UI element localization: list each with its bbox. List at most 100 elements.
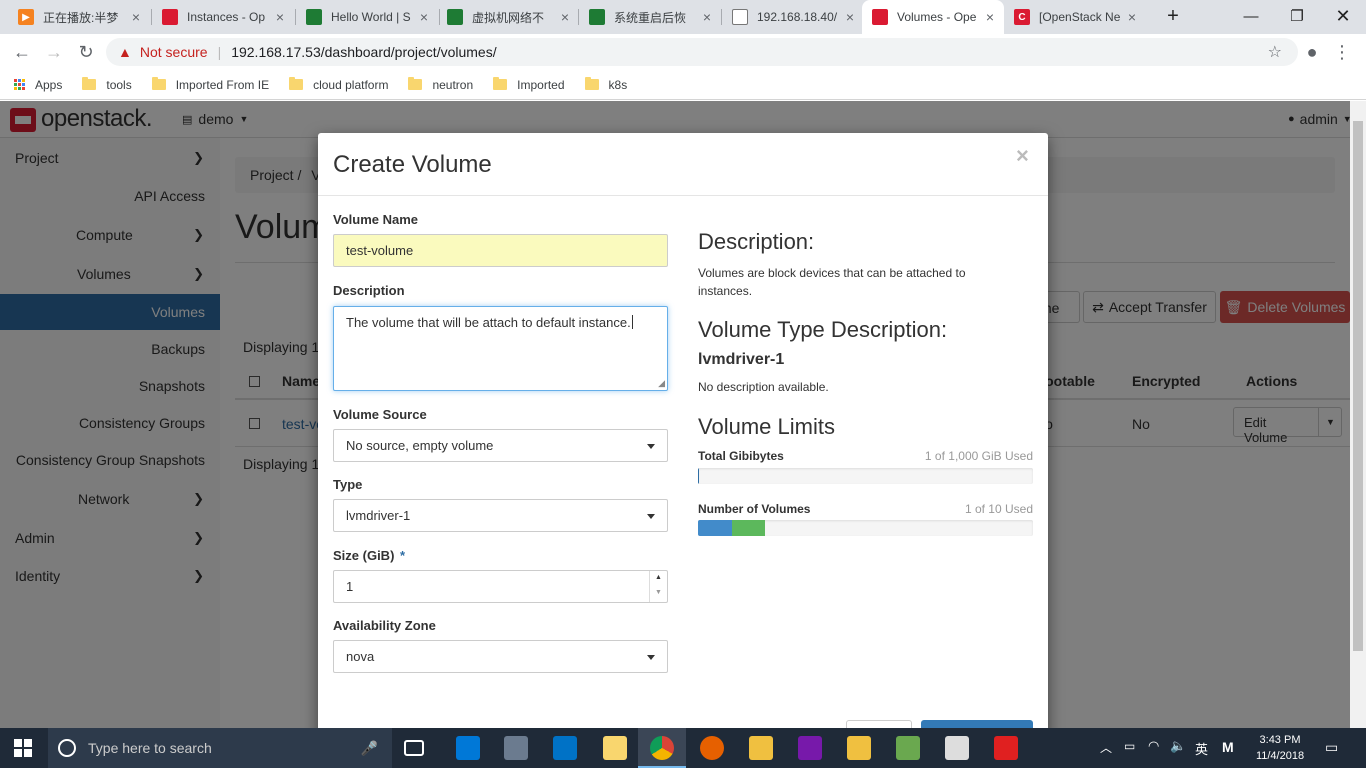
caret-down-icon (647, 444, 655, 449)
onenote-icon[interactable] (798, 736, 822, 760)
wifi-icon[interactable]: ◠ (1148, 738, 1159, 754)
caret-down-icon (647, 514, 655, 519)
edge-icon[interactable] (456, 736, 480, 760)
input-language-indicator[interactable]: 英 (1195, 739, 1208, 758)
close-tab-icon[interactable]: × (132, 9, 140, 25)
size-input[interactable]: 1 ▲ ▼ (333, 570, 668, 603)
new-tab-icon[interactable]: + (1150, 0, 1196, 32)
bookmarks-bar: Apps tools Imported From IE cloud platfo… (0, 70, 1366, 100)
browser-tab-strip: ▶ 正在播放:半梦 × Instances - Op × Hello World… (0, 0, 1366, 34)
close-tab-icon[interactable]: × (703, 9, 711, 25)
notepad-icon[interactable] (896, 736, 920, 760)
back-icon[interactable]: ← (8, 38, 36, 66)
firefox-icon[interactable] (700, 736, 724, 760)
outlook-icon[interactable] (553, 736, 577, 760)
c-icon: C (1014, 9, 1030, 25)
reload-icon[interactable]: ↻ (72, 38, 100, 66)
volume-type-name: lvmdriver-1 (698, 351, 785, 368)
volume-name-input[interactable]: test-volume (333, 234, 668, 267)
volume-type-heading: Volume Type Description: (698, 317, 948, 342)
store-icon[interactable] (504, 736, 528, 760)
address-bar[interactable]: ▲ Not secure | 192.168.17.53/dashboard/p… (106, 38, 1298, 66)
maximize-icon[interactable]: ❐ (1274, 0, 1320, 32)
menu-icon[interactable]: ⋮ (1328, 38, 1356, 66)
availability-zone-select[interactable]: nova (333, 640, 668, 673)
close-tab-icon[interactable]: × (561, 9, 569, 25)
browser-tab[interactable]: ▶ 正在播放:半梦 × (8, 0, 150, 34)
bookmark-folder[interactable]: Imported (493, 77, 565, 92)
close-tab-icon[interactable]: × (986, 9, 994, 25)
volume-name-label: Volume Name (333, 212, 419, 227)
forward-icon[interactable]: → (40, 38, 68, 66)
notifications-icon[interactable]: ▭ (1325, 739, 1338, 756)
bookmark-folder[interactable]: cloud platform (289, 77, 389, 92)
bookmark-label: cloud platform (313, 77, 389, 92)
page-scrollbar[interactable] (1350, 101, 1366, 728)
task-view-icon[interactable] (404, 740, 424, 756)
openstack-icon (162, 9, 178, 25)
close-icon[interactable]: × (1016, 143, 1029, 169)
clock[interactable]: 3:43 PM 11/4/2018 (1250, 732, 1310, 764)
browser-tab-active[interactable]: Volumes - Ope × (862, 0, 1004, 34)
close-window-icon[interactable]: ✕ (1320, 0, 1366, 32)
star-icon[interactable]: ☆ (1268, 42, 1282, 62)
ime-mode-icon[interactable]: M (1222, 739, 1234, 755)
number-spinner[interactable]: ▲ ▼ (649, 571, 667, 602)
create-volume-submit-button[interactable] (921, 720, 1033, 728)
folder-icon (82, 77, 97, 90)
browser-tab[interactable]: 虚拟机网络不 × (437, 0, 579, 34)
explorer-window-icon[interactable] (749, 736, 773, 760)
battery-icon[interactable]: ▭ (1124, 739, 1135, 753)
sticky-notes-icon[interactable] (603, 736, 627, 760)
browser-tab[interactable]: Instances - Op × (152, 0, 294, 34)
cancel-button[interactable] (846, 720, 912, 728)
minimize-icon[interactable]: — (1228, 0, 1274, 32)
bookmark-folder[interactable]: tools (82, 77, 132, 92)
tab-title: 系统重启后恢 (614, 10, 687, 25)
warning-icon: ▲ (118, 44, 132, 60)
windows-start-icon[interactable] (14, 739, 32, 757)
tab-title: Instances - Op (187, 10, 266, 24)
account-icon[interactable]: ● (1298, 38, 1326, 66)
youdao-icon[interactable] (994, 736, 1018, 760)
file-explorer-icon[interactable] (847, 736, 871, 760)
bookmark-apps[interactable]: Apps (14, 78, 62, 92)
browser-tab[interactable]: 192.168.18.40/ × (722, 0, 864, 34)
spinner-up-icon[interactable]: ▲ (655, 574, 662, 581)
description-textarea[interactable]: The volume that will be attach to defaul… (333, 306, 668, 391)
microphone-icon[interactable]: 🎤 (361, 740, 378, 757)
close-tab-icon[interactable]: × (420, 9, 428, 25)
tray-chevron-icon[interactable]: ︿ (1100, 739, 1112, 756)
browser-tab[interactable]: 系统重启后恢 × (579, 0, 721, 34)
folder-icon (493, 77, 508, 90)
resize-handle-icon[interactable]: ◢ (658, 378, 665, 389)
url-text[interactable]: 192.168.17.53/dashboard/project/volumes/ (231, 44, 496, 60)
bookmark-folder[interactable]: Imported From IE (151, 77, 269, 92)
browser-tab[interactable]: C [OpenStack Ne × (1004, 0, 1146, 34)
description-text: Volumes are block devices that can be at… (698, 266, 966, 298)
tab-title: 正在播放:半梦 (43, 10, 119, 25)
availability-zone-label: Availability Zone (333, 618, 436, 633)
java-icon[interactable] (945, 736, 969, 760)
modal-title: Create Volume (333, 151, 492, 178)
size-label: Size (GiB) * (333, 548, 406, 563)
bookmark-folder[interactable]: neutron (408, 77, 473, 92)
type-label: Type (333, 477, 363, 492)
scrollbar-thumb[interactable] (1353, 121, 1363, 651)
close-tab-icon[interactable]: × (846, 9, 854, 25)
volume-source-select[interactable]: No source, empty volume (333, 429, 668, 462)
bookmark-folder[interactable]: k8s (584, 77, 627, 92)
type-select[interactable]: lvmdriver-1 (333, 499, 668, 532)
search-icon (58, 739, 76, 757)
browser-tab[interactable]: Hello World | S × (296, 0, 438, 34)
volume-icon[interactable]: 🔈 (1170, 738, 1186, 754)
not-secure-label[interactable]: Not secure (140, 44, 208, 60)
close-tab-icon[interactable]: × (1128, 9, 1136, 25)
tab-title: Volumes - Ope (897, 10, 977, 24)
chrome-taskbar-item[interactable] (638, 728, 686, 768)
close-tab-icon[interactable]: × (276, 9, 284, 25)
folder-icon (584, 77, 599, 90)
volumes-new-fill (731, 520, 765, 536)
spinner-down-icon[interactable]: ▼ (655, 589, 662, 596)
taskbar-search-box[interactable]: Type here to search 🎤 (48, 728, 392, 768)
